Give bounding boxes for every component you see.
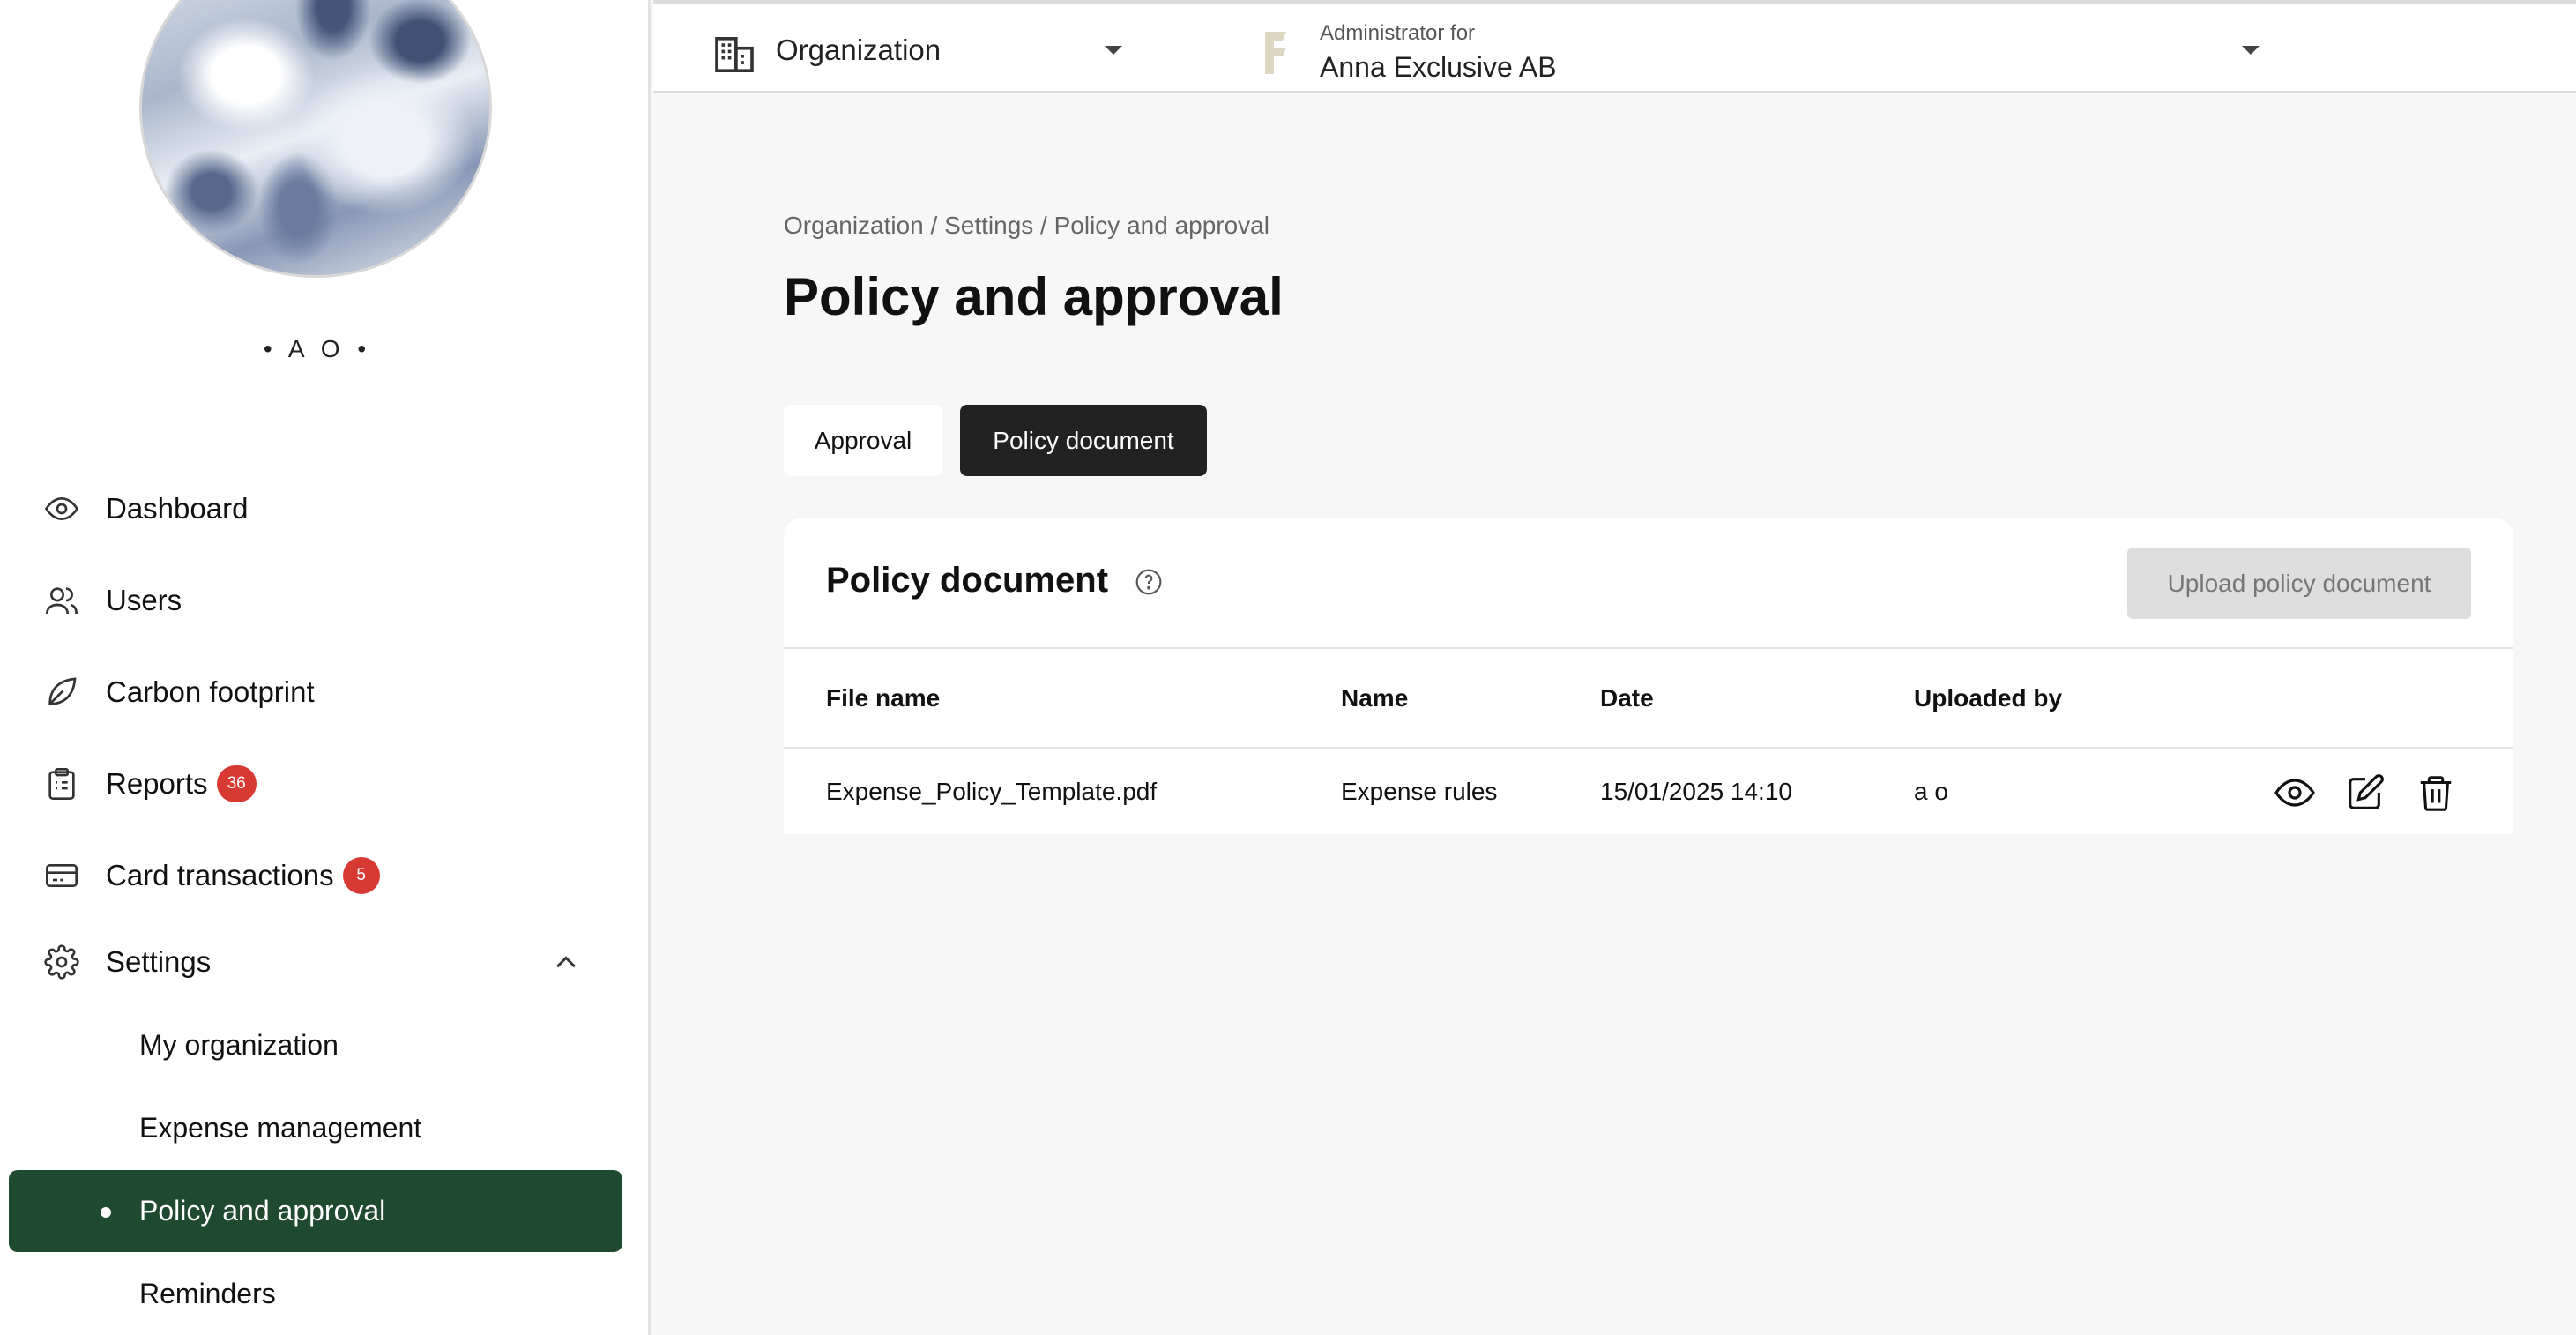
column-header-uploaded-by: Uploaded by bbox=[1914, 684, 2063, 712]
sidebar-item-label: Carbon footprint bbox=[106, 675, 315, 708]
column-header-file-name: File name bbox=[826, 684, 941, 712]
caret-down-icon[interactable] bbox=[1103, 44, 1124, 61]
caret-down-icon[interactable] bbox=[2240, 44, 2261, 61]
sidebar-item-label: Dashboard bbox=[106, 492, 249, 525]
sidebar-item-label: Reports bbox=[106, 767, 208, 800]
cell-file-name: Expense_Policy_Template.pdf bbox=[826, 778, 1158, 805]
tab-approval[interactable]: Approval bbox=[784, 405, 942, 476]
sidebar-subitem-my-organization[interactable]: My organization bbox=[139, 1023, 339, 1067]
view-eye-icon[interactable] bbox=[2273, 771, 2317, 815]
divider bbox=[784, 647, 2513, 649]
users-icon bbox=[42, 581, 81, 620]
column-header-date: Date bbox=[1600, 684, 1654, 712]
building-icon bbox=[715, 37, 754, 77]
delete-trash-icon[interactable] bbox=[2414, 771, 2458, 815]
gear-icon bbox=[42, 943, 81, 981]
leaf-icon bbox=[42, 673, 81, 712]
chevron-up-icon[interactable] bbox=[547, 943, 585, 982]
cell-name: Expense rules bbox=[1341, 778, 1498, 805]
sidebar-item-label: Users bbox=[106, 584, 182, 616]
sidebar-item-label: Settings bbox=[106, 945, 212, 978]
top-bar: Organization Administrator for Anna Excl… bbox=[653, 0, 2576, 93]
administrator-caption: Administrator for bbox=[1320, 21, 1476, 45]
sidebar-item-dashboard[interactable]: Dashboard bbox=[42, 482, 248, 535]
sidebar-item-users[interactable]: Users bbox=[42, 574, 182, 627]
cell-uploaded-by: a o bbox=[1914, 778, 1948, 805]
cell-date: 15/01/2025 14:10 bbox=[1600, 778, 1792, 805]
credit-card-icon bbox=[42, 856, 81, 895]
user-initials: • A O • bbox=[263, 335, 372, 362]
sidebar-item-reports[interactable]: Reports 36 bbox=[42, 757, 257, 810]
page-title: Policy and approval bbox=[784, 267, 1284, 326]
sidebar-item-card-transactions[interactable]: Card transactions 5 bbox=[42, 849, 380, 902]
column-header-name: Name bbox=[1341, 684, 1409, 712]
breadcrumb[interactable]: Organization / Settings / Policy and app… bbox=[784, 212, 1269, 240]
edit-pencil-icon[interactable] bbox=[2343, 771, 2387, 815]
sidebar-subitem-policy-and-approval[interactable]: Policy and approval bbox=[9, 1170, 622, 1252]
sidebar-item-settings[interactable]: Settings bbox=[42, 936, 211, 988]
administrator-company[interactable]: Anna Exclusive AB bbox=[1320, 51, 1557, 84]
tab-policy-document[interactable]: Policy document bbox=[960, 405, 1207, 476]
help-circle-icon[interactable] bbox=[1135, 568, 1163, 600]
policy-document-card: Policy document Upload policy document F… bbox=[784, 518, 2513, 834]
sidebar-subitem-expense-management[interactable]: Expense management bbox=[139, 1106, 421, 1150]
organization-selector[interactable]: Organization bbox=[776, 34, 941, 67]
divider bbox=[784, 747, 2513, 749]
sidebar-subitem-label: Policy and approval bbox=[139, 1195, 386, 1227]
company-logo bbox=[1262, 28, 1293, 82]
sidebar-item-label: Card transactions bbox=[106, 859, 334, 891]
card-title: Policy document bbox=[826, 561, 1109, 600]
sidebar-subitem-reminders[interactable]: Reminders bbox=[139, 1272, 276, 1316]
upload-policy-document-button[interactable]: Upload policy document bbox=[2127, 548, 2471, 619]
sidebar: • A O • Dashboard Users Carbon footprint… bbox=[0, 0, 651, 1335]
clipboard-icon bbox=[42, 764, 81, 803]
reports-count-badge: 36 bbox=[216, 765, 257, 802]
active-indicator-dot bbox=[101, 1207, 111, 1218]
eye-icon bbox=[42, 489, 81, 528]
card-transactions-count-badge: 5 bbox=[342, 857, 380, 894]
sidebar-item-carbon-footprint[interactable]: Carbon footprint bbox=[42, 666, 315, 719]
profile-avatar[interactable] bbox=[139, 0, 492, 278]
